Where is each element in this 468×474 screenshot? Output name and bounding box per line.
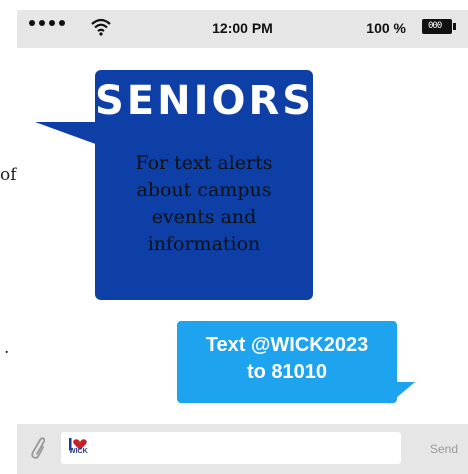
bubble-headline: SENIORS (95, 78, 315, 124)
bubble-body: For text alerts about campus events and … (95, 150, 313, 258)
bubble-body-line: For text alerts (135, 152, 273, 174)
stray-text-fragment: of (0, 165, 17, 185)
logo-text: WICK (69, 448, 88, 455)
battery-label: 000 (428, 21, 442, 31)
status-bar: 12:00 PM 100 % 000 (17, 10, 468, 48)
bubble-body-line: about campus (136, 179, 272, 201)
light-bubble-line: to 81010 (246, 361, 328, 383)
battery-icon: 000 (422, 19, 456, 34)
bubble-body-line: events and (151, 206, 257, 228)
paperclip-icon[interactable] (29, 435, 45, 461)
battery-percent: 100 % (366, 20, 406, 36)
phone-screen: 12:00 PM 100 % 000 SENIORS For text aler… (17, 10, 468, 474)
message-input[interactable]: WICK (61, 432, 401, 464)
send-button[interactable]: Send (430, 442, 458, 456)
light-bubble-line: Text @WICK2023 (205, 334, 369, 356)
stray-period-fragment: . (4, 338, 10, 358)
dark-bubble-tail (35, 122, 101, 160)
bubble-body-line: information (147, 233, 261, 255)
message-input-bar: WICK Send (17, 424, 468, 474)
light-bubble-text: Text @WICK2023 to 81010 (177, 332, 397, 386)
